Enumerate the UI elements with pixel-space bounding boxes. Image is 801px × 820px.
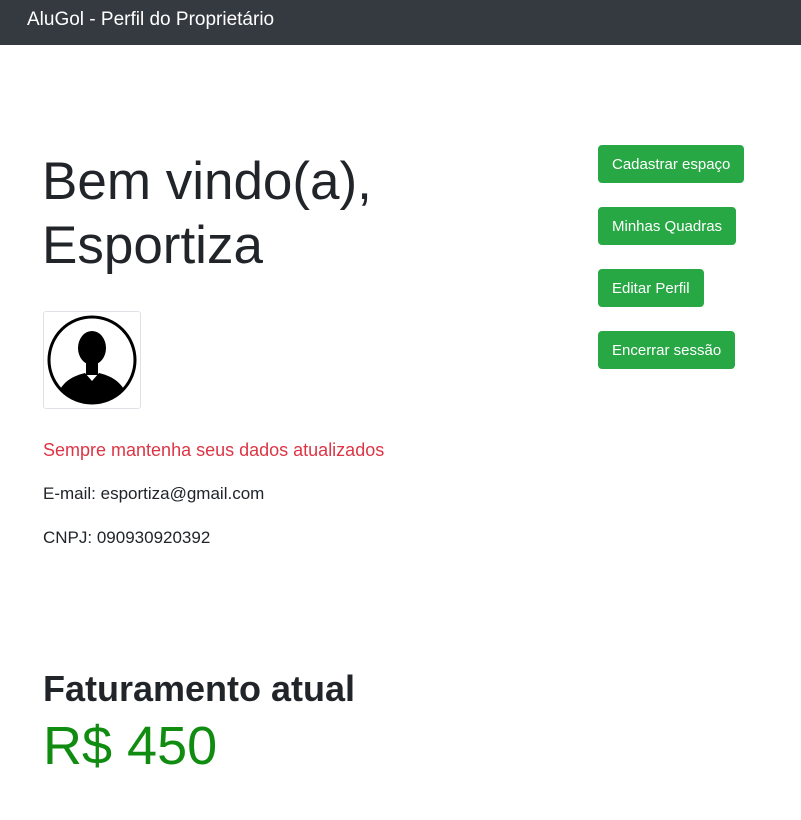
- welcome-username: Esportiza: [42, 216, 263, 275]
- cnpj-text: CNPJ: 090930920392: [43, 528, 211, 547]
- edit-profile-button[interactable]: Editar Perfil: [598, 269, 704, 307]
- update-data-notice: Sempre mantenha seus dados atualizados: [43, 440, 385, 460]
- user-silhouette-icon: [47, 315, 137, 405]
- register-space-button[interactable]: Cadastrar espaço: [598, 145, 745, 183]
- revenue-value: R$ 450: [43, 716, 218, 776]
- navbar-brand[interactable]: AluGol - Perfil do Proprietário: [27, 10, 274, 29]
- welcome-heading: Bem vindo(a), Esportiza: [42, 150, 372, 278]
- avatar: [43, 311, 141, 409]
- email-text: E-mail: esportiza@gmail.com: [43, 484, 265, 503]
- navbar: AluGol - Perfil do Proprietário: [0, 0, 801, 45]
- welcome-greeting: Bem vindo(a),: [42, 152, 372, 211]
- logout-button[interactable]: Encerrar sessão: [598, 331, 736, 369]
- revenue-title: Faturamento atual: [43, 668, 356, 709]
- my-courts-button[interactable]: Minhas Quadras: [598, 207, 737, 245]
